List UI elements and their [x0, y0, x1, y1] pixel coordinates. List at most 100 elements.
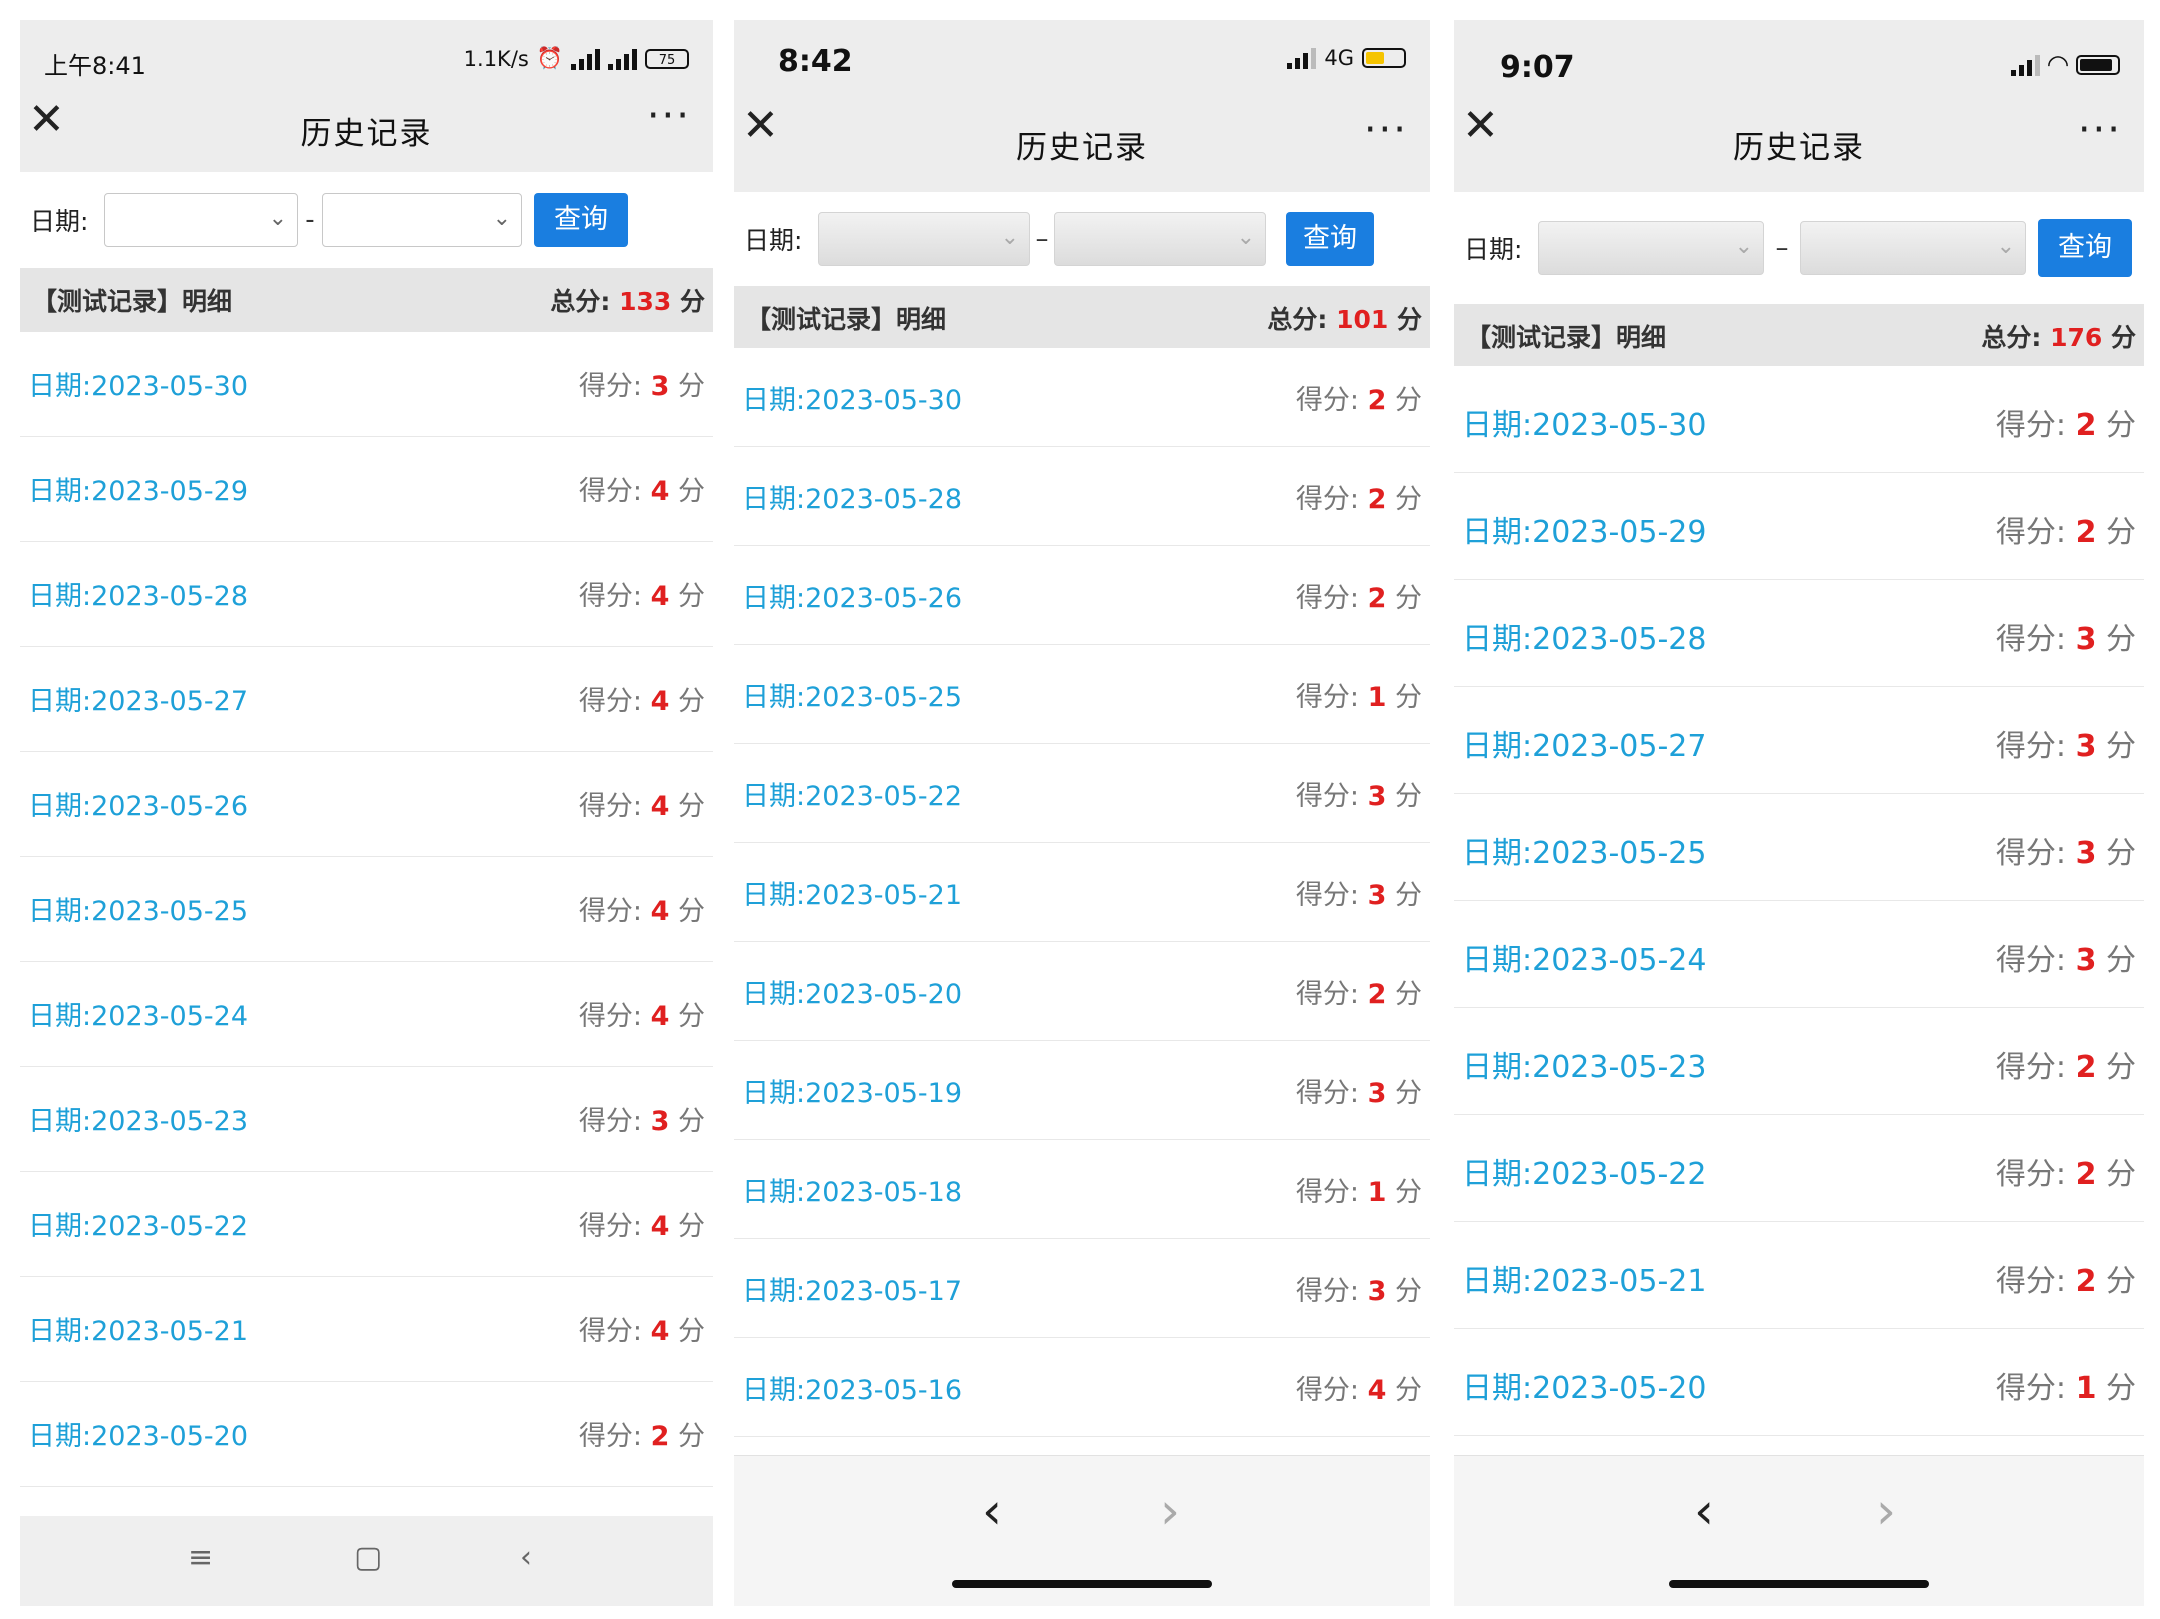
back-arrow-icon[interactable]: ‹: [982, 1482, 1002, 1540]
record-score: 得分: 4 分: [579, 574, 705, 613]
record-date[interactable]: 日期:2023-05-18: [742, 1170, 962, 1209]
record-list: 日期:2023-05-30 得分: 2 分日期:2023-05-29 得分: 2 分…: [1454, 366, 2144, 1436]
record-row[interactable]: 日期:2023-05-29 得分: 4 分: [20, 437, 713, 542]
score-label: 得分:: [1995, 1157, 2067, 1192]
start-date-select[interactable]: ⌄: [818, 212, 1030, 266]
record-date[interactable]: 日期:2023-05-27: [28, 679, 248, 718]
record-date[interactable]: 日期:2023-05-28: [28, 574, 248, 613]
record-date[interactable]: 日期:2023-05-21: [28, 1309, 248, 1348]
record-date[interactable]: 日期:2023-05-23: [28, 1099, 248, 1138]
record-date[interactable]: 日期:2023-05-23: [1462, 1042, 1706, 1086]
more-icon[interactable]: ···: [1364, 110, 1408, 150]
status-bar: 8:42 4G: [734, 20, 1430, 92]
record-date[interactable]: 日期:2023-05-19: [742, 1071, 962, 1110]
record-row[interactable]: 日期:2023-05-28 得分: 4 分: [20, 542, 713, 647]
record-row[interactable]: 日期:2023-05-29 得分: 2 分: [1454, 473, 2144, 580]
record-date[interactable]: 日期:2023-05-30: [28, 364, 248, 403]
record-date[interactable]: 日期:2023-05-29: [28, 469, 248, 508]
more-icon[interactable]: ···: [2078, 110, 2122, 150]
record-row[interactable]: 日期:2023-05-17 得分: 3 分: [734, 1239, 1430, 1338]
record-date[interactable]: 日期:2023-05-16: [742, 1368, 962, 1407]
query-button[interactable]: 查询: [2038, 219, 2132, 277]
record-date[interactable]: 日期:2023-05-17: [742, 1269, 962, 1308]
record-row[interactable]: 日期:2023-05-22 得分: 3 分: [734, 744, 1430, 843]
record-date[interactable]: 日期:2023-05-20: [28, 1414, 248, 1453]
score-value: 4: [650, 1316, 670, 1347]
battery-icon: [1362, 48, 1406, 68]
record-date[interactable]: 日期:2023-05-22: [1462, 1149, 1706, 1193]
record-row[interactable]: 日期:2023-05-18 得分: 1 分: [734, 1140, 1430, 1239]
record-row[interactable]: 日期:2023-05-28 得分: 3 分: [1454, 580, 2144, 687]
back-icon[interactable]: ‹: [520, 1540, 532, 1575]
record-row[interactable]: 日期:2023-05-20 得分: 2 分: [20, 1382, 713, 1487]
record-date[interactable]: 日期:2023-05-25: [1462, 828, 1706, 872]
record-row[interactable]: 日期:2023-05-30 得分: 2 分: [1454, 366, 2144, 473]
menu-icon[interactable]: ≡: [188, 1540, 213, 1575]
record-row[interactable]: 日期:2023-05-26 得分: 4 分: [20, 752, 713, 857]
record-row[interactable]: 日期:2023-05-19 得分: 3 分: [734, 1041, 1430, 1140]
record-date[interactable]: 日期:2023-05-22: [742, 774, 962, 813]
record-row[interactable]: 日期:2023-05-16 得分: 4 分: [734, 1338, 1430, 1437]
record-date[interactable]: 日期:2023-05-30: [1462, 400, 1706, 444]
record-date[interactable]: 日期:2023-05-29: [1462, 507, 1706, 551]
record-date[interactable]: 日期:2023-05-30: [742, 378, 962, 417]
record-row[interactable]: 日期:2023-05-25 得分: 4 分: [20, 857, 713, 962]
record-row[interactable]: 日期:2023-05-25 得分: 3 分: [1454, 794, 2144, 901]
home-indicator: [1669, 1580, 1929, 1588]
record-date[interactable]: 日期:2023-05-25: [28, 889, 248, 928]
record-row[interactable]: 日期:2023-05-21 得分: 3 分: [734, 843, 1430, 942]
record-row[interactable]: 日期:2023-05-24 得分: 3 分: [1454, 901, 2144, 1008]
record-date[interactable]: 日期:2023-05-24: [1462, 935, 1706, 979]
record-date[interactable]: 日期:2023-05-25: [742, 675, 962, 714]
query-button[interactable]: 查询: [534, 193, 628, 247]
score-unit: 分: [678, 791, 705, 822]
record-row[interactable]: 日期:2023-05-20 得分: 1 分: [1454, 1329, 2144, 1436]
summary-total: 总分: 176 分: [1981, 323, 2136, 352]
score-value: 2: [1367, 583, 1387, 614]
record-row[interactable]: 日期:2023-05-30 得分: 2 分: [734, 348, 1430, 447]
score-value: 1: [2075, 1371, 2097, 1406]
record-date[interactable]: 日期:2023-05-20: [742, 972, 962, 1011]
record-date[interactable]: 日期:2023-05-28: [742, 477, 962, 516]
record-row[interactable]: 日期:2023-05-24 得分: 4 分: [20, 962, 713, 1067]
score-value: 1: [1367, 682, 1387, 713]
record-row[interactable]: 日期:2023-05-21 得分: 2 分: [1454, 1222, 2144, 1329]
home-icon[interactable]: ▢: [354, 1540, 382, 1575]
record-row[interactable]: 日期:2023-05-23 得分: 3 分: [20, 1067, 713, 1172]
record-date[interactable]: 日期:2023-05-21: [742, 873, 962, 912]
record-date[interactable]: 日期:2023-05-26: [742, 576, 962, 615]
score-unit: 分: [2106, 836, 2136, 871]
back-arrow-icon[interactable]: ‹: [1694, 1482, 1714, 1540]
start-date-select[interactable]: ⌄: [1538, 221, 1764, 275]
record-date[interactable]: 日期:2023-05-26: [28, 784, 248, 823]
record-score: 得分: 2 分: [1296, 576, 1422, 615]
record-date[interactable]: 日期:2023-05-28: [1462, 614, 1706, 658]
record-date[interactable]: 日期:2023-05-22: [28, 1204, 248, 1243]
end-date-select[interactable]: ⌄: [1054, 212, 1266, 266]
forward-arrow-icon[interactable]: ›: [1876, 1482, 1896, 1540]
record-row[interactable]: 日期:2023-05-28 得分: 2 分: [734, 447, 1430, 546]
record-row[interactable]: 日期:2023-05-22 得分: 2 分: [1454, 1115, 2144, 1222]
more-icon[interactable]: ···: [647, 96, 691, 136]
record-row[interactable]: 日期:2023-05-22 得分: 4 分: [20, 1172, 713, 1277]
record-row[interactable]: 日期:2023-05-20 得分: 2 分: [734, 942, 1430, 1041]
record-row[interactable]: 日期:2023-05-27 得分: 4 分: [20, 647, 713, 752]
record-row[interactable]: 日期:2023-05-26 得分: 2 分: [734, 546, 1430, 645]
record-date[interactable]: 日期:2023-05-21: [1462, 1256, 1706, 1300]
record-row[interactable]: 日期:2023-05-30 得分: 3 分: [20, 332, 713, 437]
record-row[interactable]: 日期:2023-05-25 得分: 1 分: [734, 645, 1430, 744]
record-date[interactable]: 日期:2023-05-27: [1462, 721, 1706, 765]
record-date[interactable]: 日期:2023-05-24: [28, 994, 248, 1033]
score-unit: 分: [678, 1421, 705, 1452]
start-date-select[interactable]: ⌄: [104, 193, 298, 247]
record-row[interactable]: 日期:2023-05-21 得分: 4 分: [20, 1277, 713, 1382]
record-row[interactable]: 日期:2023-05-27 得分: 3 分: [1454, 687, 2144, 794]
end-date-select[interactable]: ⌄: [1800, 221, 2026, 275]
score-value: 2: [2075, 1264, 2097, 1299]
query-button[interactable]: 查询: [1286, 212, 1374, 266]
forward-arrow-icon[interactable]: ›: [1160, 1482, 1180, 1540]
score-value: 4: [650, 1001, 670, 1032]
end-date-select[interactable]: ⌄: [322, 193, 522, 247]
record-date[interactable]: 日期:2023-05-20: [1462, 1363, 1706, 1407]
record-row[interactable]: 日期:2023-05-23 得分: 2 分: [1454, 1008, 2144, 1115]
